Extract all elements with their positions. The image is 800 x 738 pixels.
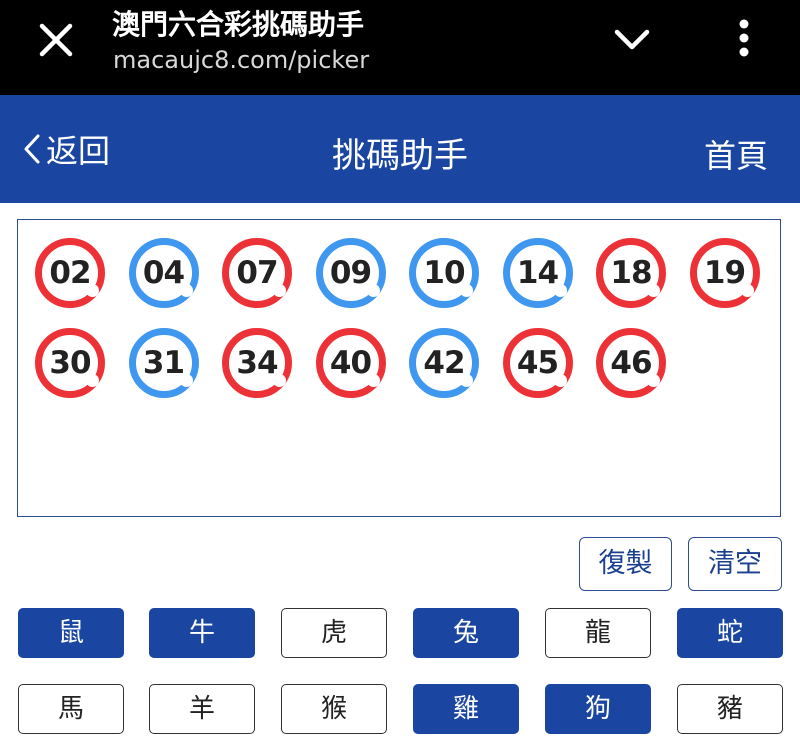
chevron-down-icon[interactable] (610, 22, 654, 58)
selected-numbers-panel: 02 04 07 09 10 14 18 19 30 31 34 40 42 45 46 (17, 219, 781, 517)
ball-shine-decoration (86, 374, 99, 387)
zodiac-button[interactable]: 牛 (149, 608, 255, 658)
ball-shine-decoration (179, 374, 193, 387)
number-ball[interactable]: 34 (222, 328, 292, 398)
zodiac-button[interactable]: 鼠 (18, 608, 124, 658)
zodiac-button[interactable]: 豬 (677, 684, 783, 734)
browser-toolbar: 澳門六合彩挑碼助手 macaujc8.com/picker (0, 0, 800, 95)
ball-shine-decoration (179, 284, 193, 297)
ball-shine-decoration (86, 284, 99, 297)
browser-url[interactable]: macaujc8.com/picker (113, 46, 369, 74)
zodiac-button[interactable]: 羊 (149, 684, 255, 734)
zodiac-button[interactable]: 蛇 (677, 608, 783, 658)
number-ball[interactable]: 07 (222, 238, 292, 308)
ball-shine-decoration (460, 374, 473, 387)
close-icon[interactable] (34, 18, 78, 62)
zodiac-button[interactable]: 龍 (545, 608, 651, 658)
number-ball[interactable]: 10 (409, 238, 479, 308)
number-ball[interactable]: 02 (35, 238, 105, 308)
zodiac-button[interactable]: 猴 (281, 684, 387, 734)
browser-page-title: 澳門六合彩挑碼助手 (112, 8, 365, 41)
ball-shine-decoration (273, 374, 286, 387)
ball-shine-decoration (553, 284, 567, 297)
number-ball[interactable]: 04 (128, 238, 199, 308)
page-title: 挑碼助手 (332, 136, 468, 176)
ball-shine-decoration (553, 374, 567, 387)
number-ball[interactable]: 09 (315, 238, 386, 308)
more-options-icon[interactable] (724, 16, 764, 64)
number-ball[interactable]: 14 (502, 238, 573, 308)
number-ball[interactable]: 19 (689, 238, 760, 308)
zodiac-button[interactable]: 兔 (413, 608, 519, 658)
number-ball[interactable]: 18 (596, 238, 666, 308)
home-button[interactable]: 首頁 (704, 131, 768, 177)
zodiac-button[interactable]: 狗 (545, 684, 651, 734)
ball-shine-decoration (647, 374, 660, 387)
zodiac-button[interactable]: 雞 (413, 684, 519, 734)
ball-shine-decoration (647, 284, 660, 297)
copy-button[interactable]: 復製 (579, 537, 672, 591)
zodiac-button[interactable]: 虎 (281, 608, 387, 658)
number-ball[interactable]: 42 (409, 328, 479, 398)
zodiac-button[interactable]: 馬 (18, 684, 124, 734)
number-ball[interactable]: 46 (596, 328, 666, 398)
number-ball[interactable]: 31 (128, 328, 199, 398)
number-ball[interactable]: 30 (35, 328, 105, 398)
number-ball[interactable]: 45 (502, 328, 573, 398)
ball-shine-decoration (273, 284, 286, 297)
ball-shine-decoration (740, 284, 754, 297)
ball-shine-decoration (460, 284, 473, 297)
app-header: 返回 挑碼助手 首頁 (0, 95, 800, 203)
ball-shine-decoration (366, 374, 380, 387)
ball-shine-decoration (366, 284, 380, 297)
clear-button[interactable]: 清空 (688, 537, 782, 591)
number-ball[interactable]: 40 (315, 328, 386, 398)
